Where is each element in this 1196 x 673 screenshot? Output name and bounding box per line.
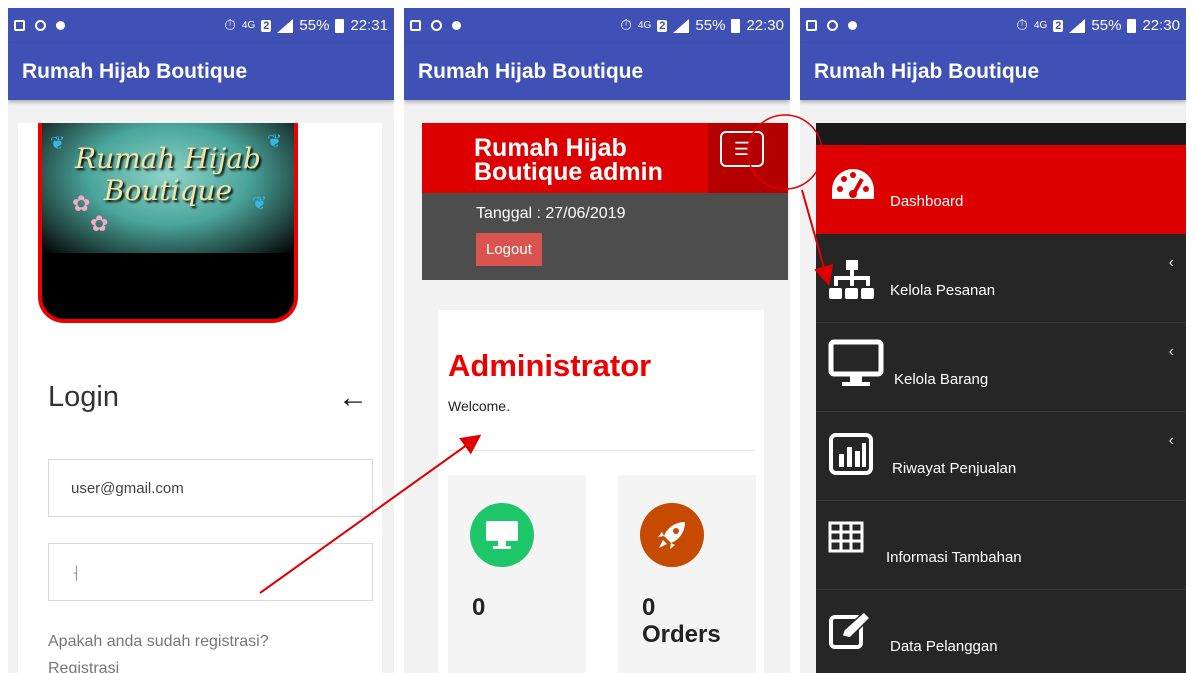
- signal-icon: [1069, 18, 1086, 33]
- welcome-text: Welcome.: [448, 398, 510, 414]
- hamburger-icon: ☰: [720, 131, 764, 167]
- battery-percent: 55%: [1091, 17, 1122, 34]
- network-type: 4G: [241, 20, 256, 31]
- alarm-icon: ⏱: [1016, 17, 1028, 34]
- monitor-icon: [470, 503, 534, 567]
- monitor-icon: [828, 339, 884, 394]
- admin-card: Administrator Welcome. 0 0 Orders: [438, 310, 764, 673]
- dashboard-gauge-icon: [828, 165, 878, 212]
- alarm-icon: ⏱: [224, 17, 236, 34]
- signal-icon: [277, 18, 294, 33]
- app-bar-title: Rumah Hijab Boutique: [8, 43, 394, 100]
- clock: 22:30: [746, 17, 784, 34]
- stat-value: 0: [642, 594, 656, 621]
- register-link[interactable]: Registrasi: [48, 660, 119, 673]
- chevron-left-icon: ‹: [1168, 432, 1174, 449]
- edit-icon: [828, 610, 872, 655]
- battery-icon: [1127, 18, 1137, 33]
- app-bar-title: Rumah Hijab Boutique: [404, 43, 790, 100]
- menu-toggle-button[interactable]: ☰: [708, 123, 788, 193]
- back-arrow-icon[interactable]: ←: [338, 381, 368, 415]
- logo-line-1: Rumah Hijab: [75, 142, 261, 175]
- screen-icon: [14, 20, 25, 31]
- drawer-item-kelola-pesanan[interactable]: Kelola Pesanan ‹: [816, 234, 1186, 323]
- chevron-left-icon: ‹: [1168, 254, 1174, 271]
- wifi-icon: [35, 20, 46, 31]
- chat-icon: [56, 21, 65, 30]
- login-card: ❦ ❦ ❦ ✿ ✿ Rumah Hijab Boutique Login ← u…: [18, 123, 382, 673]
- email-field[interactable]: user@gmail.com: [48, 459, 373, 517]
- screen-icon: [806, 20, 817, 31]
- status-bar: ⏱ 4G 2 55% 22:30: [404, 8, 790, 43]
- logout-button[interactable]: Logout: [476, 233, 542, 266]
- drawer-item-label: Informasi Tambahan: [886, 549, 1022, 566]
- chat-icon: [848, 21, 857, 30]
- app-bar-title: Rumah Hijab Boutique: [800, 43, 1186, 100]
- sim-badge: 2: [1053, 19, 1064, 32]
- sitemap-icon: [828, 258, 876, 309]
- drawer-screen: ⏱ 4G 2 55% 22:30 Rumah Hijab Boutique Da…: [800, 8, 1186, 673]
- battery-percent: 55%: [695, 17, 726, 34]
- battery-percent: 55%: [299, 17, 330, 34]
- drawer-item-riwayat-penjualan[interactable]: Riwayat Penjualan ‹: [816, 412, 1186, 501]
- rocket-icon: [640, 503, 704, 567]
- network-type: 4G: [1033, 20, 1048, 31]
- admin-screen: ⏱ 4G 2 55% 22:30 Rumah Hijab Boutique Ru…: [404, 8, 790, 673]
- flower-icon: ✿: [90, 211, 109, 236]
- login-screen: ⏱ 4G 2 55% 22:31 Rumah Hijab Boutique ❦ …: [8, 8, 394, 673]
- divider: [448, 450, 754, 451]
- logo-line-2: Boutique: [103, 174, 233, 207]
- sim-badge: 2: [657, 19, 668, 32]
- stat-value: 0: [472, 594, 486, 621]
- stat-label: Orders: [642, 621, 721, 648]
- table-icon: [828, 521, 864, 558]
- boutique-logo: ❦ ❦ ❦ ✿ ✿ Rumah Hijab Boutique: [38, 123, 298, 323]
- drawer-item-kelola-barang[interactable]: Kelola Barang ‹: [816, 323, 1186, 412]
- clock: 22:31: [350, 17, 388, 34]
- drawer-item-label: Dashboard: [890, 193, 964, 210]
- drawer-item-label: Data Pelanggan: [890, 638, 998, 655]
- network-type: 4G: [637, 20, 652, 31]
- drawer-item-label: Kelola Barang: [894, 371, 989, 388]
- drawer-item-data-pelanggan[interactable]: Data Pelanggan: [816, 590, 1186, 673]
- wifi-icon: [431, 20, 442, 31]
- date-label: Tanggal : 27/06/2019: [476, 205, 626, 222]
- battery-icon: [335, 18, 345, 33]
- screen-icon: [410, 20, 421, 31]
- status-bar: ⏱ 4G 2 55% 22:30: [800, 8, 1186, 43]
- register-question: Apakah anda sudah registrasi?: [48, 633, 269, 650]
- chat-icon: [452, 21, 461, 30]
- password-field[interactable]: ⸡: [48, 543, 373, 601]
- sim-badge: 2: [261, 19, 272, 32]
- status-bar: ⏱ 4G 2 55% 22:31: [8, 8, 394, 43]
- page-title: Administrator: [448, 348, 652, 383]
- admin-header: Rumah Hijab Boutique admin ☰ Tanggal : 2…: [422, 123, 788, 280]
- navigation-drawer: Dashboard Kelola Pesanan ‹ Kelola Barang…: [816, 123, 1186, 673]
- wifi-icon: [827, 20, 838, 31]
- drawer-item-label: Riwayat Penjualan: [892, 460, 1017, 477]
- drawer-item-informasi-tambahan[interactable]: Informasi Tambahan: [816, 501, 1186, 590]
- clock: 22:30: [1142, 17, 1180, 34]
- signal-icon: [673, 18, 690, 33]
- stat-card-orders[interactable]: 0 Orders: [618, 475, 756, 673]
- chevron-left-icon: ‹: [1168, 343, 1174, 360]
- bar-chart-icon: [828, 432, 874, 481]
- login-title: Login: [48, 381, 119, 413]
- text-cursor-icon: ⸡: [71, 564, 80, 581]
- alarm-icon: ⏱: [620, 17, 632, 34]
- drawer-item-label: Kelola Pesanan: [890, 282, 996, 299]
- battery-icon: [731, 18, 741, 33]
- admin-header-title: Rumah Hijab Boutique admin: [474, 134, 663, 186]
- drawer-item-dashboard[interactable]: Dashboard: [816, 145, 1186, 234]
- stat-card-products[interactable]: 0: [448, 475, 586, 673]
